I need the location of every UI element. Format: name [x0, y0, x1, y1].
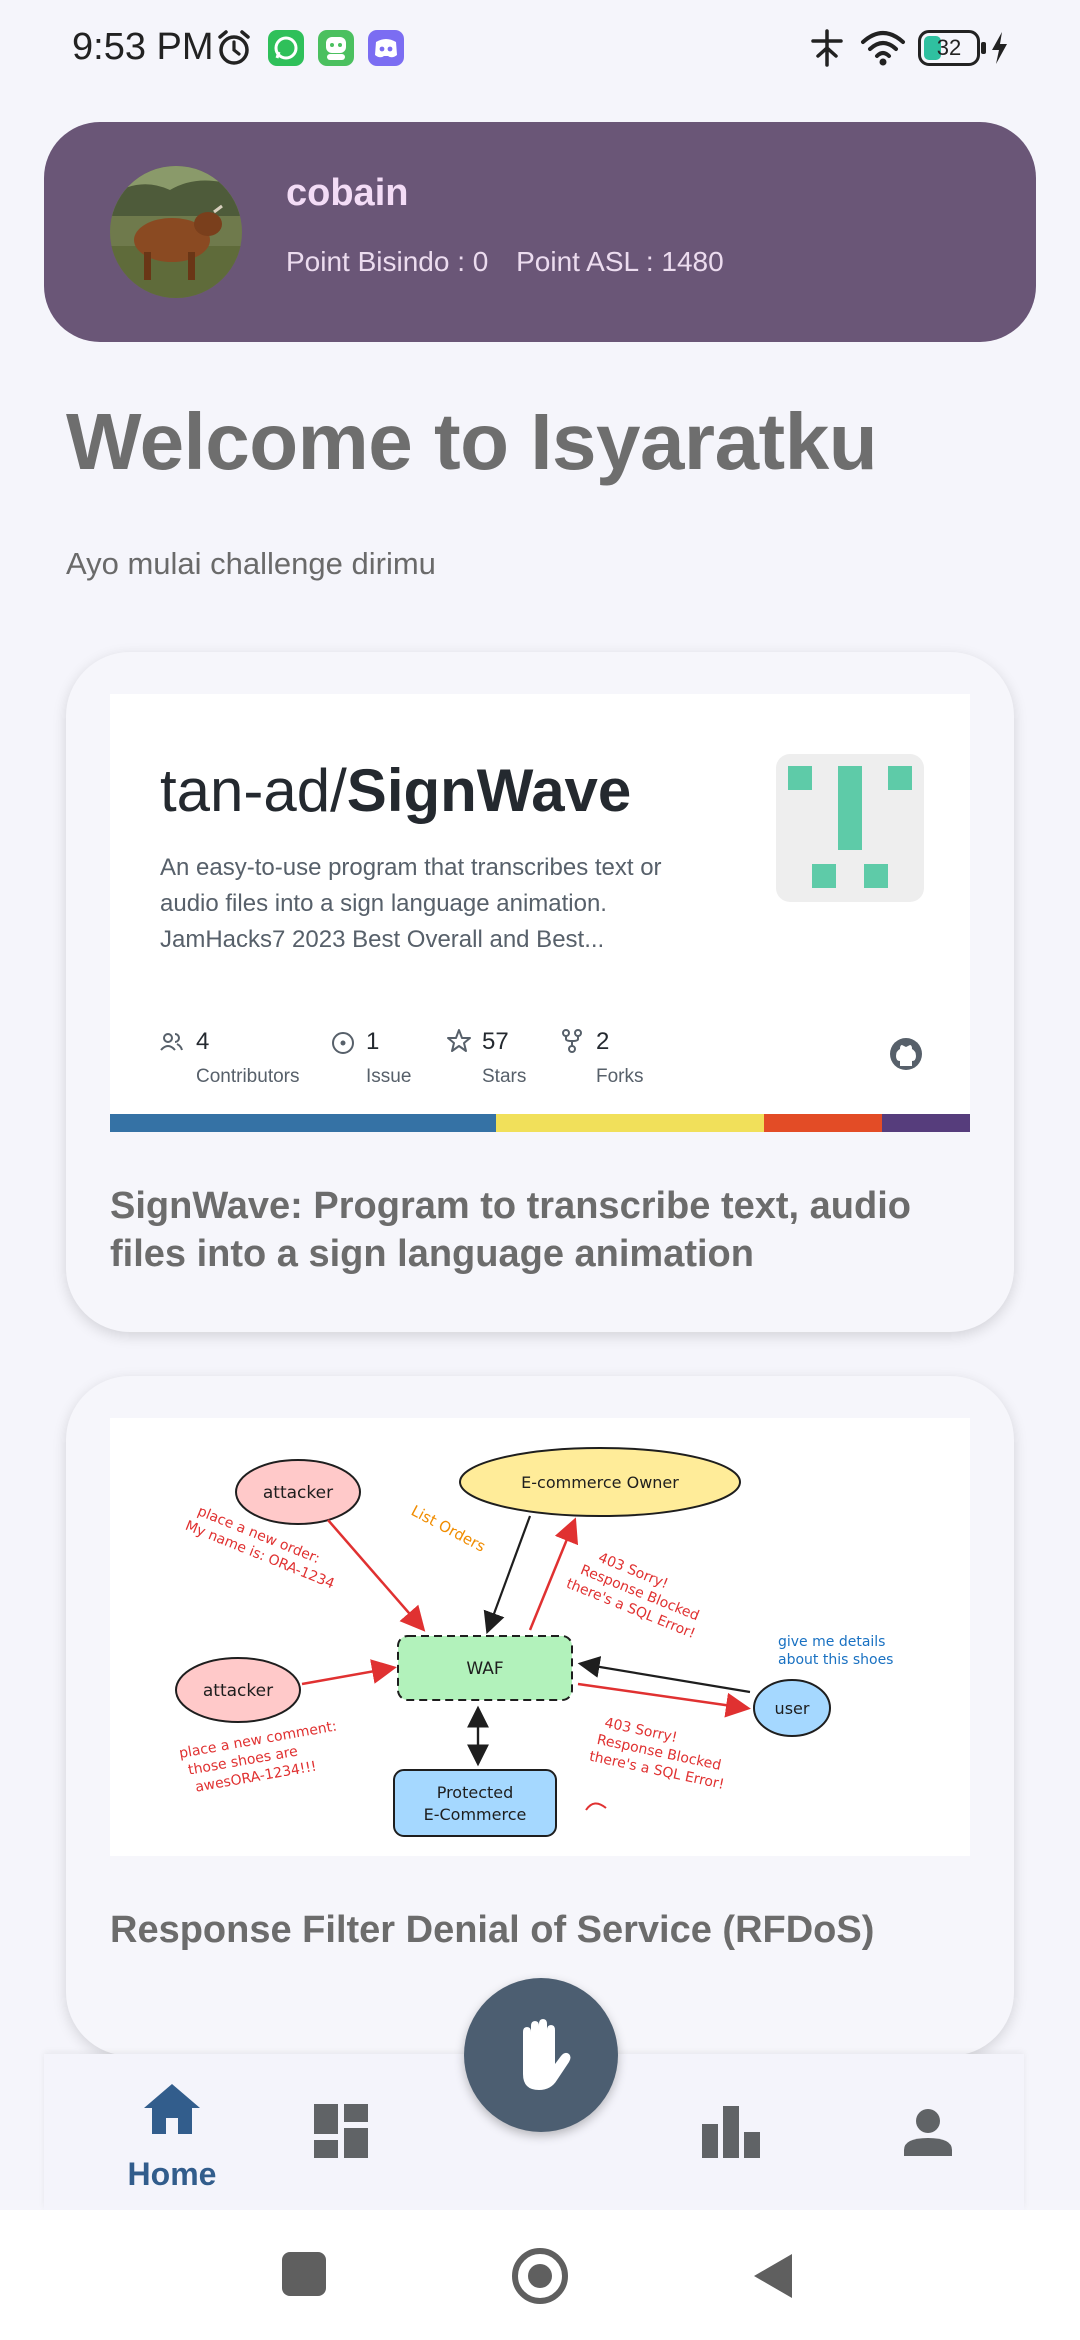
repo-preview-image: tan-ad/SignWave An easy-to-use program t… — [110, 694, 970, 1132]
point-asl: Point ASL : 1480 — [516, 246, 724, 277]
wechat-icon — [318, 30, 354, 66]
repo-name: tan-ad/SignWave — [160, 757, 632, 824]
challenge-title: Response Filter Denial of Service (RFDoS… — [110, 1909, 875, 1951]
user-note-line: about this shoes — [778, 1652, 893, 1668]
github-icon — [890, 1038, 922, 1070]
repo-logo — [776, 754, 924, 902]
star-icon — [447, 1029, 471, 1052]
status-time: 9:53 PM — [72, 26, 214, 68]
nav-item-home[interactable]: Home — [94, 2054, 284, 2210]
battery-icon: 32 — [918, 30, 986, 66]
point-bisindo: Point Bisindo : 0 — [286, 246, 489, 277]
user-note-line: give me details — [778, 1634, 885, 1650]
discord-icon — [368, 30, 404, 66]
protected-label-line: Protected — [437, 1783, 514, 1802]
waf-label: WAF — [466, 1659, 503, 1679]
battery-level: 32 — [936, 35, 962, 60]
home-icon — [144, 2084, 200, 2134]
sign-practice-fab[interactable] — [464, 1978, 618, 2132]
attacker-label: attacker — [203, 1681, 273, 1701]
signal-icon — [811, 29, 843, 67]
protected-node — [393, 1769, 557, 1837]
recent-apps-button[interactable] — [282, 2252, 326, 2296]
whatsapp-icon — [268, 30, 304, 66]
profile-card[interactable]: cobain Point Bisindo : 0 Point ASL : 148… — [44, 122, 1036, 342]
challenge-card[interactable]: tan-ad/SignWave An easy-to-use program t… — [66, 652, 1014, 1332]
language-bar-python — [110, 1114, 496, 1132]
alarm-icon — [218, 30, 250, 65]
diagram-image: attacker E-commerce Owner attacker WAF u… — [110, 1418, 970, 1856]
avatar[interactable] — [110, 166, 242, 298]
owner-label: E-commerce Owner — [521, 1473, 679, 1492]
leaderboard-icon — [702, 2106, 760, 2158]
page-subtitle: Ayo mulai challenge dirimu — [66, 546, 436, 581]
status-bar: 9:53 PM 32 — [0, 0, 1080, 96]
dashboard-icon — [314, 2104, 368, 2158]
nav-item-profile[interactable] — [864, 2054, 1004, 2210]
wifi-icon — [861, 31, 905, 66]
page-title: Welcome to Isyaratku — [66, 397, 878, 486]
nav-item-dashboard[interactable] — [294, 2054, 434, 2210]
fork-icon — [562, 1029, 582, 1053]
issue-icon — [332, 1032, 354, 1054]
challenge-title: SignWave: Program to transcribe text, au… — [110, 1185, 911, 1275]
username: cobain — [286, 172, 409, 214]
home-screen: 9:53 PM 32 cobain Point Bisindo: 0 Poin… — [0, 0, 1080, 2340]
profile-icon — [904, 2109, 952, 2156]
home-system-button[interactable] — [512, 2248, 568, 2304]
nav-item-leaderboard[interactable] — [684, 2054, 824, 2210]
system-navigation-bar — [0, 2210, 1080, 2340]
protected-label-line: E-Commerce — [424, 1805, 527, 1824]
user-label: user — [775, 1699, 810, 1718]
back-button[interactable] — [752, 2252, 794, 2300]
challenge-card[interactable]: attacker E-commerce Owner attacker WAF u… — [66, 1376, 1014, 2056]
nav-home-label: Home — [127, 2156, 217, 2192]
charging-icon — [992, 32, 1007, 64]
language-bar-css — [882, 1114, 970, 1132]
repo-description: An easy-to-use program that transcribes … — [160, 854, 662, 953]
language-bar-javascript — [496, 1114, 764, 1132]
points-row: Point Bisindo : 0 Point ASL : 1480 — [286, 246, 744, 278]
language-bar-html — [764, 1114, 882, 1132]
hand-icon — [523, 2019, 571, 2090]
attacker-label: attacker — [263, 1483, 333, 1503]
list-orders-label: List Orders — [408, 1502, 489, 1556]
people-icon — [160, 1033, 183, 1051]
